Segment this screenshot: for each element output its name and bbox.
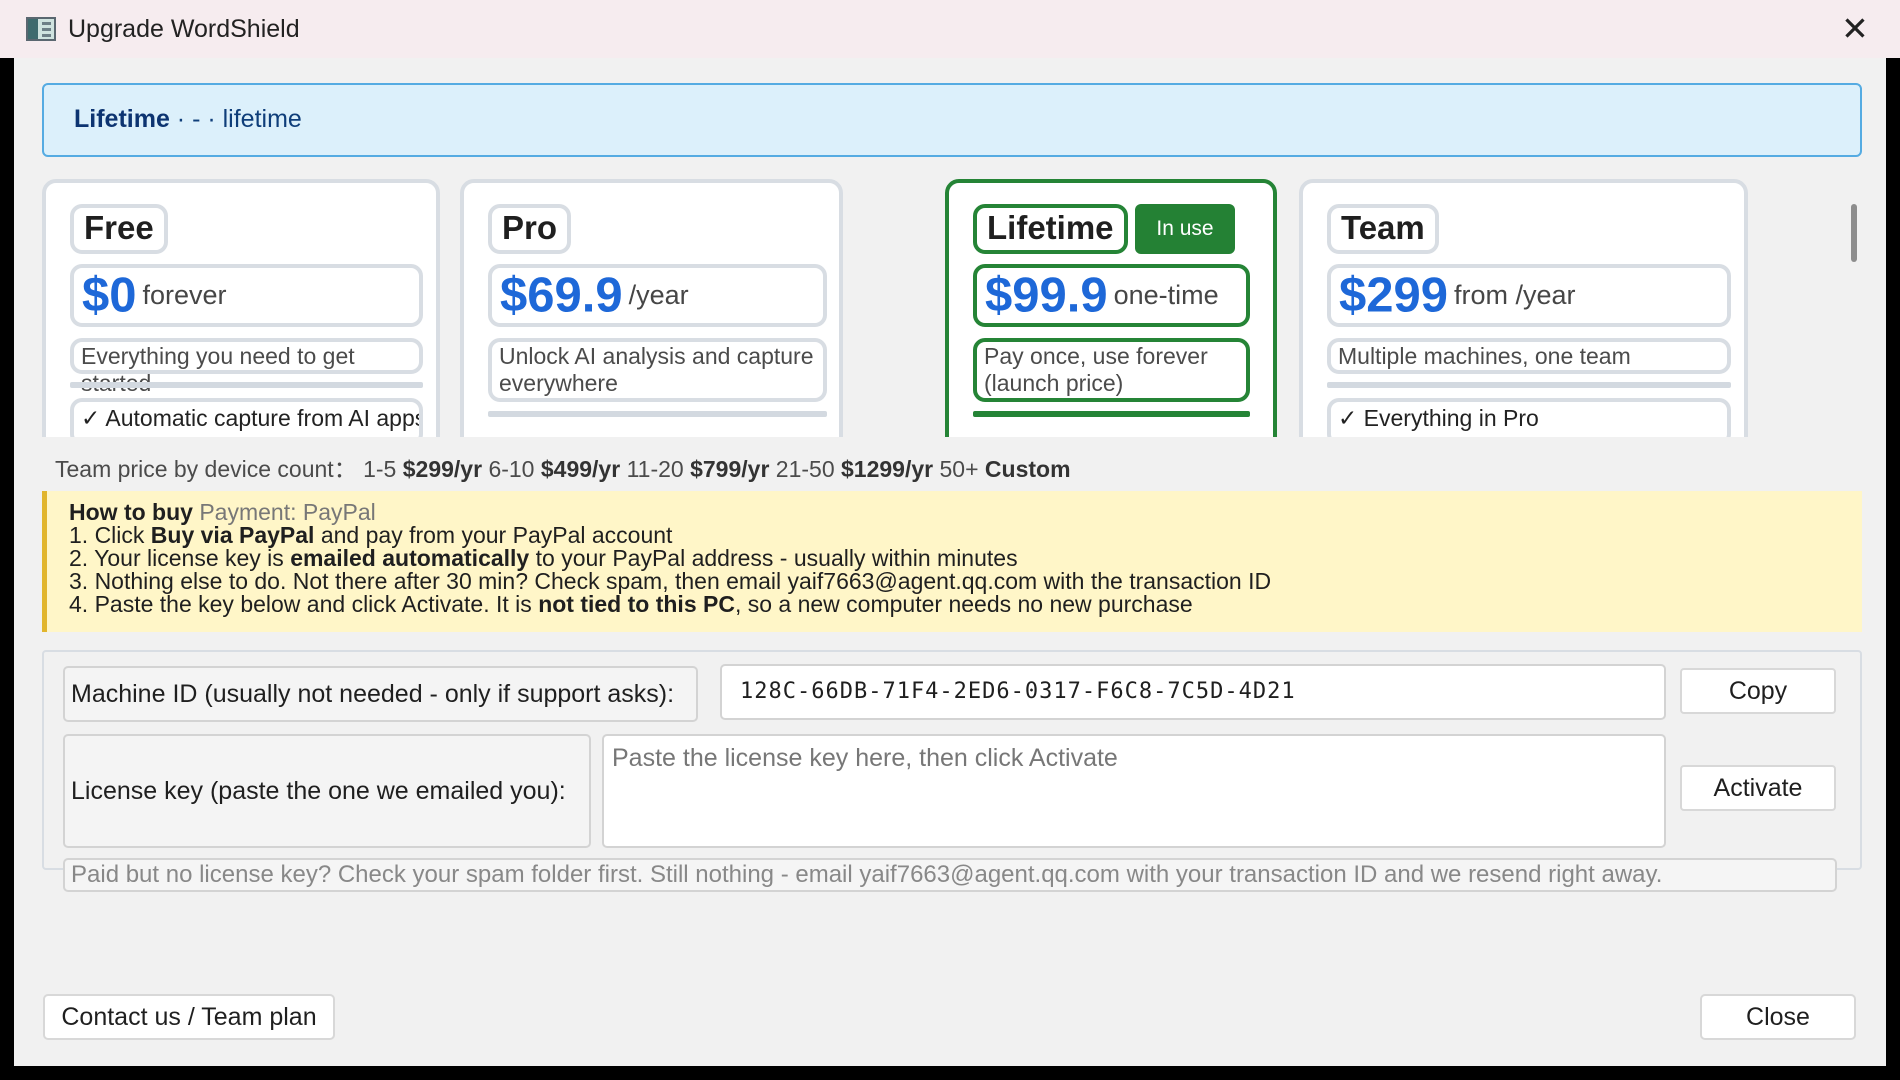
activate-button[interactable]: Activate <box>1680 765 1836 811</box>
machine-id-label: Machine ID (usually not needed - only if… <box>63 666 698 722</box>
plan-divider <box>1327 382 1731 388</box>
contact-team-button[interactable]: Contact us / Team plan <box>43 994 335 1040</box>
tier-range: 1-5 <box>363 456 397 482</box>
plan-price: $99.9 <box>985 268 1108 323</box>
plan-divider <box>70 382 423 388</box>
plan-price: $0 <box>82 268 137 323</box>
plan-feature: ✓ Automatic capture from AI apps <box>70 398 423 437</box>
plan-period: forever <box>142 280 227 311</box>
plan-description: Multiple machines, one team <box>1327 338 1731 374</box>
window-title: Upgrade WordShield <box>68 15 300 43</box>
tier-price: $799/yr <box>690 456 770 482</box>
price-box: $99.9 one-time <box>973 264 1250 327</box>
plan-name: Pro <box>488 204 572 254</box>
current-plan-separator: · - · <box>169 105 223 133</box>
price-box: $69.9/year <box>488 264 827 327</box>
tier-range: 6-10 <box>488 456 535 482</box>
plan-price: $69.9 <box>500 268 623 323</box>
how-to-buy-panel: How to buy Payment: PayPal 1. Click Buy … <box>42 491 1862 632</box>
plan-feature: ✓ Everything in Pro <box>1327 398 1731 437</box>
step-2: 2. Your license key is emailed automatic… <box>69 545 1018 571</box>
license-panel: Machine ID (usually not needed - only if… <box>42 650 1862 892</box>
machine-id-field[interactable]: 128C-66DB-71F4-2ED6-0317-F6C8-7C5D-4D21 <box>720 664 1666 720</box>
tier-price: $1299/yr <box>841 456 934 482</box>
close-button[interactable]: Close <box>1700 994 1856 1040</box>
in-use-badge: In use <box>1135 204 1235 254</box>
license-key-label: License key (paste the one we emailed yo… <box>63 734 591 848</box>
plan-description: Pay once, use forever (launch price) <box>973 338 1250 402</box>
plan-name: Team <box>1327 204 1439 254</box>
team-price-label: Team price by device count： <box>55 456 357 482</box>
plan-card-lifetime[interactable]: Lifetime In use $99.9 one-time Pay once, … <box>945 179 1277 437</box>
plan-name: Lifetime <box>973 204 1128 254</box>
plan-name: Free <box>70 204 168 254</box>
close-icon[interactable]: ✕ <box>1838 12 1872 46</box>
tier-price: $499/yr <box>540 456 621 482</box>
plan-card-free[interactable]: Free $0 forever Everything you need to ge… <box>42 179 440 437</box>
price-box: $0 forever <box>70 264 423 327</box>
license-help-text: Paid but no license key? Check your spam… <box>63 858 1837 892</box>
current-plan-name: Lifetime <box>74 105 170 133</box>
plan-period: from /year <box>1454 280 1576 311</box>
step-4: 4. Paste the key below and click Activat… <box>69 591 1193 617</box>
current-plan-banner: Lifetime · - · lifetime <box>42 83 1862 157</box>
plan-price: $299 <box>1339 268 1449 323</box>
plans-list: Free $0 forever Everything you need to ge… <box>42 179 1854 437</box>
step-3: 3. Nothing else to do. Not there after 3… <box>69 568 1272 594</box>
plan-period: one-time <box>1113 280 1219 311</box>
price-box: $299 from /year <box>1327 264 1731 327</box>
tier-price: Custom <box>984 456 1071 482</box>
upgrade-dialog: Lifetime · - · lifetime Free $0 forever E… <box>14 58 1886 1066</box>
step-1: 1. Click Buy via PayPal and pay from you… <box>69 522 673 548</box>
plan-divider <box>488 411 827 417</box>
plan-period: /year <box>628 280 689 311</box>
plan-card-team[interactable]: Team $299 from /year Multiple machines, o… <box>1299 179 1748 437</box>
current-plan-detail: lifetime <box>222 105 302 133</box>
license-key-input[interactable] <box>602 734 1666 848</box>
plan-divider <box>973 411 1250 417</box>
app-icon <box>26 17 56 41</box>
tier-range: 11-20 <box>626 456 684 482</box>
copy-button[interactable]: Copy <box>1680 668 1836 714</box>
tier-price: $299/yr <box>402 456 483 482</box>
how-to-heading-line: How to buy Payment: PayPal <box>69 501 1840 524</box>
plan-description: Everything you need to get started <box>70 338 423 396</box>
team-price-line: Team price by device count： 1-5 $299/yr … <box>55 450 1071 484</box>
tier-range: 50+ <box>939 456 979 482</box>
tier-range: 21-50 <box>775 456 835 482</box>
plan-card-pro[interactable]: Pro $69.9/year Unlock AI analysis and ca… <box>460 179 843 437</box>
plan-description: Unlock AI analysis and capture everywher… <box>488 338 827 402</box>
title-bar: Upgrade WordShield ✕ <box>0 0 1900 58</box>
plans-scrollbar[interactable] <box>1851 204 1857 262</box>
